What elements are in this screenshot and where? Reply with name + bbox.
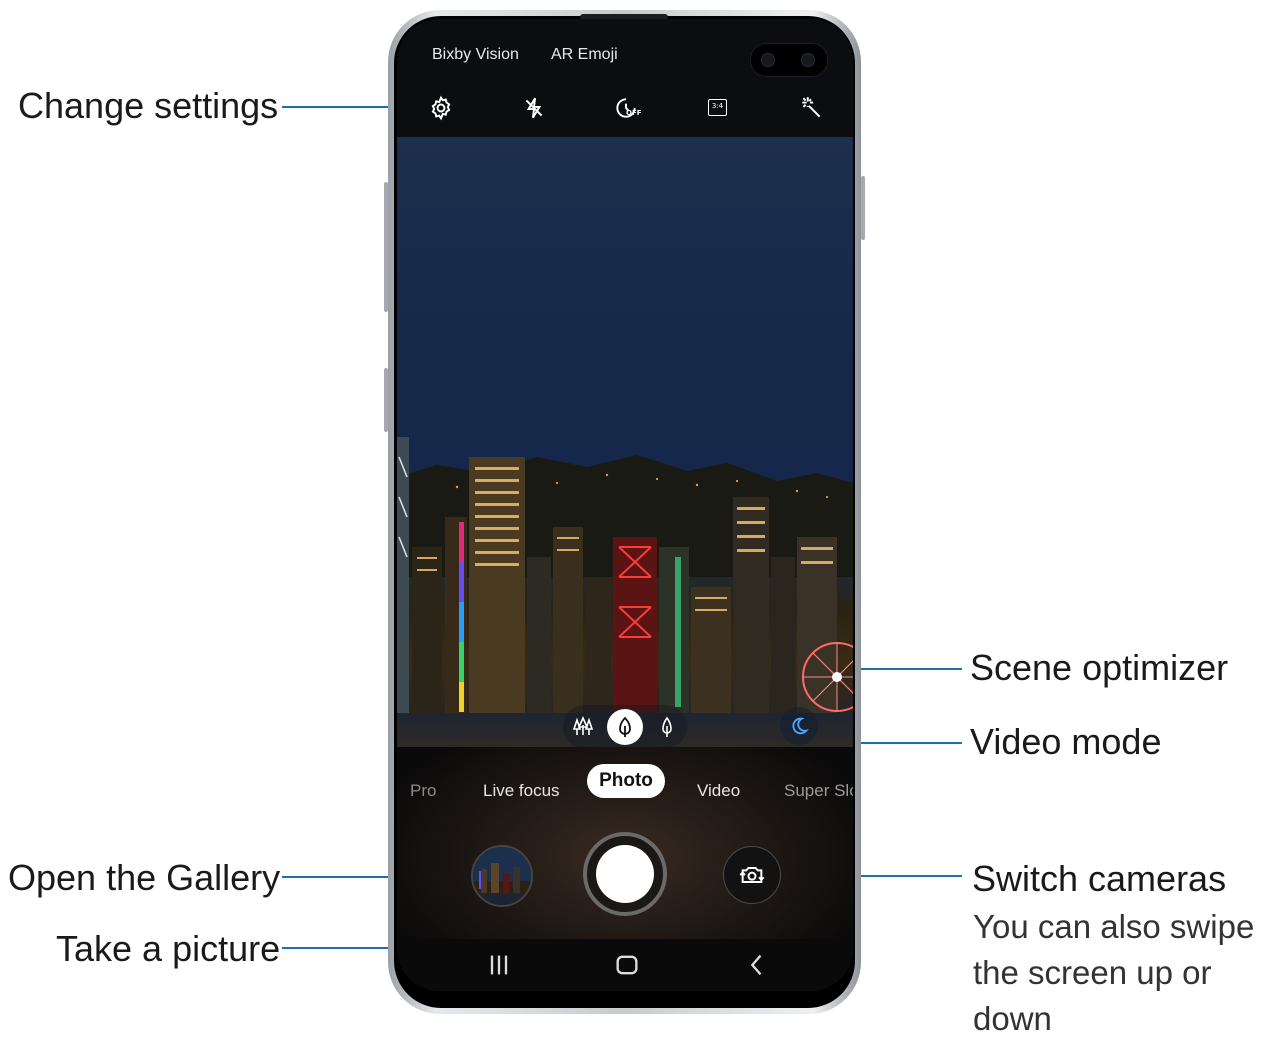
switch-cameras-button[interactable] (723, 846, 781, 904)
moon-icon (792, 717, 809, 735)
scene-optimizer-button[interactable] (780, 707, 818, 745)
switch-cameras-callout: Switch cameras (972, 858, 1227, 899)
switch-cameras-subtext-line-3: down (973, 1000, 1052, 1037)
recents-icon[interactable] (485, 951, 513, 979)
gallery-preview-image (473, 847, 531, 905)
aspect-ratio-icon[interactable]: 3:4 (705, 95, 731, 121)
mode-super-slo[interactable]: Super Slo (784, 781, 853, 801)
tele-tree-icon[interactable] (655, 715, 679, 739)
ar-emoji-button[interactable]: AR Emoji (551, 46, 618, 64)
video-mode-callout: Video mode (970, 721, 1162, 762)
open-gallery-callout: Open the Gallery (8, 857, 281, 898)
aspect-ratio-label: 3:4 (708, 99, 727, 116)
camera-viewfinder[interactable] (397, 137, 853, 747)
home-icon[interactable] (613, 951, 641, 979)
switch-cameras-subtext-line-2: the screen up or (973, 954, 1212, 991)
mode-live-focus[interactable]: Live focus (483, 781, 560, 801)
back-icon[interactable] (743, 951, 771, 979)
filters-sparkle-icon[interactable] (798, 95, 824, 121)
shutter-inner (596, 845, 654, 903)
front-lens-1 (761, 53, 775, 67)
bixby-button (384, 368, 388, 432)
camera-screen: Bixby Vision AR Emoji OFF 3:4 Pro Live f… (397, 19, 853, 991)
wide-trees-icon[interactable] (571, 715, 595, 739)
city-skyline (397, 437, 853, 718)
switch-camera-icon (739, 867, 765, 883)
change-settings-callout: Change settings (18, 85, 279, 126)
timer-off-label: OFF (626, 109, 642, 117)
mode-pro[interactable]: Pro (410, 781, 436, 801)
front-camera-cutout (750, 43, 828, 77)
scene-optimizer-callout: Scene optimizer (970, 647, 1229, 688)
power-button (861, 176, 865, 240)
lens-selector (563, 705, 687, 747)
bixby-vision-button[interactable]: Bixby Vision (432, 46, 519, 64)
navigation-bar (397, 939, 853, 991)
switch-cameras-subtext: You can also swipe the screen up or down (973, 904, 1254, 1042)
flash-off-icon[interactable] (521, 95, 547, 121)
gallery-thumbnail[interactable] (471, 845, 533, 907)
switch-cameras-subtext-line-1: You can also swipe (973, 908, 1255, 945)
mode-photo-selected[interactable]: Photo (587, 764, 665, 798)
standard-lens-active[interactable] (607, 709, 643, 745)
shutter-button[interactable] (583, 832, 667, 916)
camera-top-bar: Bixby Vision AR Emoji OFF 3:4 (397, 19, 853, 137)
change-settings-leader (282, 106, 404, 108)
timer-off-icon[interactable]: OFF (613, 95, 642, 121)
mode-video[interactable]: Video (697, 781, 740, 801)
volume-button (384, 182, 388, 312)
front-lens-2 (801, 53, 815, 67)
take-picture-callout: Take a picture (56, 928, 281, 969)
settings-gear-icon[interactable] (428, 95, 454, 121)
